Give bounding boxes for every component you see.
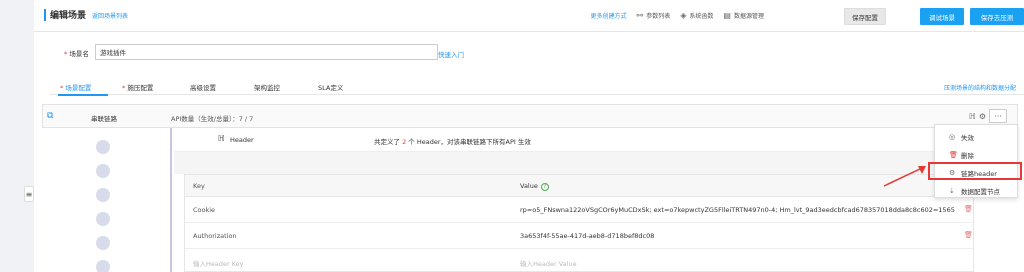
chain-tools: ℍ ⚙ ··· [969,109,1007,123]
api-count: API数量（生效/总量）：7 / 7 [171,115,254,123]
tab-advanced[interactable]: 高级设置 [190,82,216,92]
menu-item-delete-label: 删除 [961,152,974,160]
menu-item-data-config[interactable]: ⇣ 数据配置节点 [935,183,1017,199]
system-func-button[interactable]: ◈ 系统函数 [680,11,713,20]
chain-node[interactable] [96,236,110,250]
eye-off-icon: ◎ [949,133,956,141]
left-rail [0,0,28,272]
header-badge-icon: ℍ [218,134,225,143]
table-row-new: 输入Header Key 输入Header Value [185,249,973,272]
scene-name-label-text: 场景名 [69,50,89,58]
trash-icon[interactable]: 🗑 [964,231,973,239]
scene-name-input[interactable] [95,44,438,60]
table-header: Key Value? 操 [185,175,973,197]
quick-start-link[interactable]: 快速入门 [438,49,464,59]
menu-item-data-config-label: 数据配置节点 [961,188,1000,196]
datasource-button[interactable]: ▤ 数据源管理 [723,11,764,20]
col-key: Key [193,182,205,190]
menu-item-delete[interactable]: 🗑 删除 [935,147,1017,163]
tab-pressure-config-label: 施压配置 [127,84,154,92]
title-accent [44,9,46,21]
debug-scene-button[interactable]: 调试场景 [920,8,964,25]
save-config-button[interactable]: 保存配置 [844,8,886,25]
more-create-link[interactable]: 更多创建方式 [591,11,627,20]
active-tab-indicator [58,94,108,96]
table-row: Authorization 3a653f4f-55ae-417d-aeb8-d7… [185,223,973,249]
trash-icon: 🗑 [949,151,958,159]
structure-data-link[interactable]: 压测场景的结构和数据分配 [944,83,1016,92]
system-func-label: 系统函数 [689,13,714,20]
more-actions-button[interactable]: ··· [989,109,1007,123]
save-and-press-button[interactable]: 保存去压测 [970,8,1024,25]
tab-scene-config[interactable]: * 场景配置 [60,82,91,92]
tab-bar: * 场景配置 * 施压配置 高级设置 架构监控 SLA定义 压测场景的结构和数据… [50,75,1024,96]
chain-node[interactable] [96,188,110,202]
chain-node[interactable] [96,164,110,178]
new-value-input[interactable]: 输入Header Value [520,258,960,268]
link-icon: ⇣ [949,187,955,195]
menu-item-disable[interactable]: ◎ 失效 [935,129,1017,145]
back-to-list-link[interactable]: 返回场景列表 [92,11,128,20]
tab-pressure-config[interactable]: * 施压配置 [122,82,153,92]
header-count: 2 [402,138,407,146]
required-mark: * [64,50,68,58]
header-icon[interactable]: ℍ [969,112,976,121]
chain-header-row: ⧉ 串联链路 API数量（生效/总量）：7 / 7 ℍ ⚙ ··· [42,104,1018,128]
menu-item-disable-label: 失效 [961,134,974,142]
row-key[interactable]: Authorization [193,232,237,240]
chain-node[interactable] [96,260,110,272]
col-value-label: Value [520,182,538,190]
tab-arch-monitor[interactable]: 架构监控 [254,82,280,92]
row-value[interactable]: rp=o5_FNswna122oVSgCOr6yMuCDxSk; ext=o7k… [520,206,960,214]
datasource-label: 数据源管理 [733,13,764,20]
row-value[interactable]: 3a653f4f-55ae-417d-aeb8-d718bef8dc08 [520,232,960,240]
header-label: Header [230,136,254,144]
tab-sla[interactable]: SLA定义 [318,82,343,92]
header-desc-prefix: 共定义了 [374,138,400,146]
menu-icon[interactable]: ≡ [24,186,34,202]
annotation-arrow [883,166,926,187]
main-panel: 编辑场景 返回场景列表 更多创建方式 ⚯ 参数列表 ◈ 系统函数 ▤ 数据源管理… [34,0,1024,272]
flow-icon: ⚯ [636,11,644,20]
cube-icon: ◈ [680,11,687,20]
header-description: 共定义了 2 个 Header，对该串联链路下所有API 生效 [374,136,531,146]
header-desc-suffix: 个 Header，对该串联链路下所有API 生效 [408,138,531,146]
chain-name: 串联链路 [91,115,117,123]
chain-node[interactable] [96,140,110,154]
help-icon[interactable]: ? [540,183,549,191]
tab-scene-config-label: 场景配置 [65,84,92,92]
new-key-input[interactable]: 输入Header Key [193,258,244,268]
highlight-box [928,162,1022,180]
more-actions-dropdown: ◎ 失效 🗑 删除 ⚙ 链路header ⇣ 数据配置节点 [934,124,1018,198]
settings-icon[interactable]: ⚙ [979,112,986,121]
top-menu: 更多创建方式 ⚯ 参数列表 ◈ 系统函数 ▤ 数据源管理 [591,11,764,20]
param-list-label: 参数列表 [646,13,671,20]
chain-icon: ⧉ [47,111,54,121]
header-section: ℍ Header 共定义了 2 个 Header，对该串联链路下所有API 生效 [174,128,1018,152]
chain-node[interactable] [96,212,110,226]
table-row: Cookie rp=o5_FNswna122oVSgCOr6yMuCDxSk; … [185,197,973,223]
row-key[interactable]: Cookie [193,206,215,214]
scene-name-label: * 场景名 [64,48,89,58]
top-bar: 编辑场景 返回场景列表 更多创建方式 ⚯ 参数列表 ◈ 系统函数 ▤ 数据源管理… [34,0,1024,32]
trash-icon[interactable]: 🗑 [964,205,973,213]
param-list-button[interactable]: ⚯ 参数列表 [637,11,671,20]
chain-node-column [42,128,172,272]
page-title: 编辑场景 [50,11,87,21]
database-icon: ▤ [723,11,731,20]
header-kv-table: Key Value? 操 Cookie rp=o5_FNswna122oVSgC… [184,174,974,272]
